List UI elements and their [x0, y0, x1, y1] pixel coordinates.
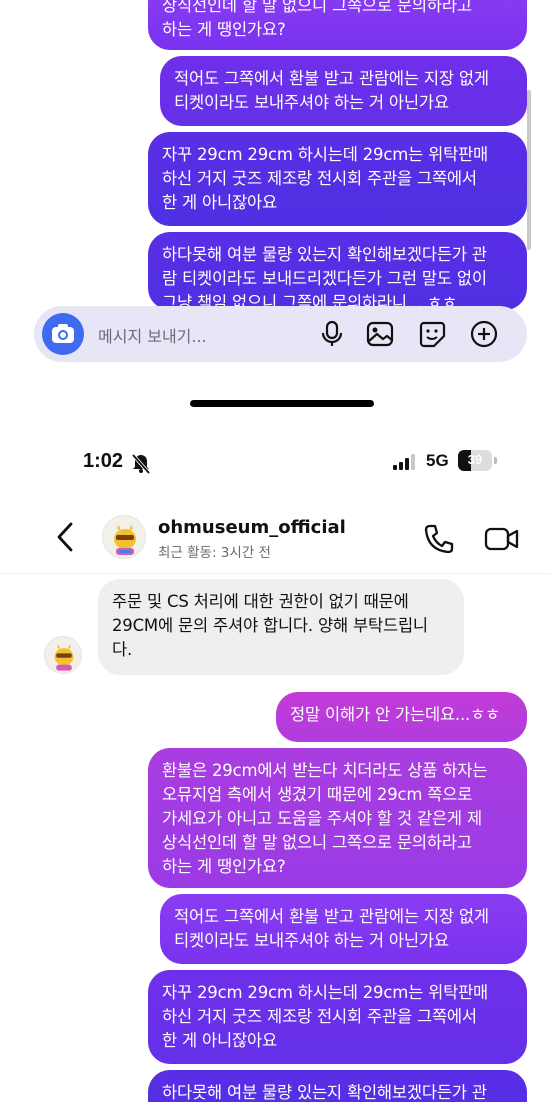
- message-bubble: 상식선인데 할 말 없으니 그쪽으로 문의하라고 하는 게 땡인가요?: [148, 0, 527, 50]
- message-input[interactable]: 메시지 보내기...: [98, 323, 207, 347]
- phone-icon[interactable]: [422, 522, 456, 556]
- camera-icon: [52, 324, 74, 343]
- message-bubble: 자꾸 29cm 29cm 하시는데 29cm는 위탁판매 하신 거지 굿즈 제조…: [148, 132, 527, 226]
- message-bubble: 하다못해 여분 물량 있는지 확인해보겠다든가 관: [148, 1070, 527, 1102]
- incoming-message-bubble: 주문 및 CS 처리에 대한 권한이 없기 때문에 29CM에 문의 주셔야 합…: [98, 579, 464, 675]
- battery-percent: 39: [467, 452, 483, 467]
- camera-button[interactable]: [42, 313, 84, 355]
- battery-tip: [494, 457, 497, 464]
- bottom-screenshot: 1:02 5G 39 ohmuseum_official 최근 활동: 3시간 …: [0, 420, 551, 1102]
- top-screenshot: 상식선인데 할 말 없으니 그쪽으로 문의하라고 하는 게 땡인가요? 적어도 …: [0, 0, 551, 420]
- mascot-avatar-image: [54, 644, 74, 671]
- message-bubble: 적어도 그쪽에서 환불 받고 관람에는 지장 없게 티켓이라도 보내주셔야 하는…: [160, 894, 527, 964]
- message-bubble: 자꾸 29cm 29cm 하시는데 29cm는 위탁판매 하신 거지 굿즈 제조…: [148, 970, 527, 1064]
- message-bubble: 적어도 그쪽에서 환불 받고 관람에는 지장 없게 티켓이라도 보내주셔야 하는…: [160, 56, 527, 126]
- plus-icon[interactable]: [470, 320, 498, 348]
- avatar[interactable]: [102, 515, 146, 559]
- chat-username[interactable]: ohmuseum_official: [158, 517, 346, 538]
- sender-avatar[interactable]: [44, 636, 82, 674]
- microphone-icon[interactable]: [318, 320, 346, 348]
- last-active-status: 최근 활동: 3시간 전: [158, 545, 271, 561]
- message-composer[interactable]: 메시지 보내기...: [34, 306, 527, 362]
- video-icon[interactable]: [484, 522, 520, 556]
- network-type: 5G: [426, 451, 449, 470]
- signal-icon: [393, 454, 415, 470]
- mascot-avatar-image: [114, 525, 136, 555]
- image-icon[interactable]: [366, 320, 394, 348]
- scrollbar[interactable]: [527, 90, 531, 250]
- status-time: 1:02: [83, 450, 124, 472]
- message-bubble: 환불은 29cm에서 받는다 치더라도 상품 하자는 오뮤지엄 측에서 생겼기 …: [148, 748, 527, 888]
- bell-off-icon: [131, 453, 151, 474]
- message-bubble: 정말 이해가 안 가는데요...ㅎㅎ: [276, 692, 527, 742]
- message-bubble: 하다못해 여분 물량 있는지 확인해보겠다든가 관 람 티켓이라도 보내드리겠다…: [148, 232, 527, 310]
- back-chevron-icon[interactable]: [52, 520, 78, 554]
- sticker-icon[interactable]: [418, 320, 446, 348]
- battery-indicator: 39: [458, 450, 492, 471]
- header-divider: [0, 573, 551, 574]
- home-indicator: [190, 400, 374, 407]
